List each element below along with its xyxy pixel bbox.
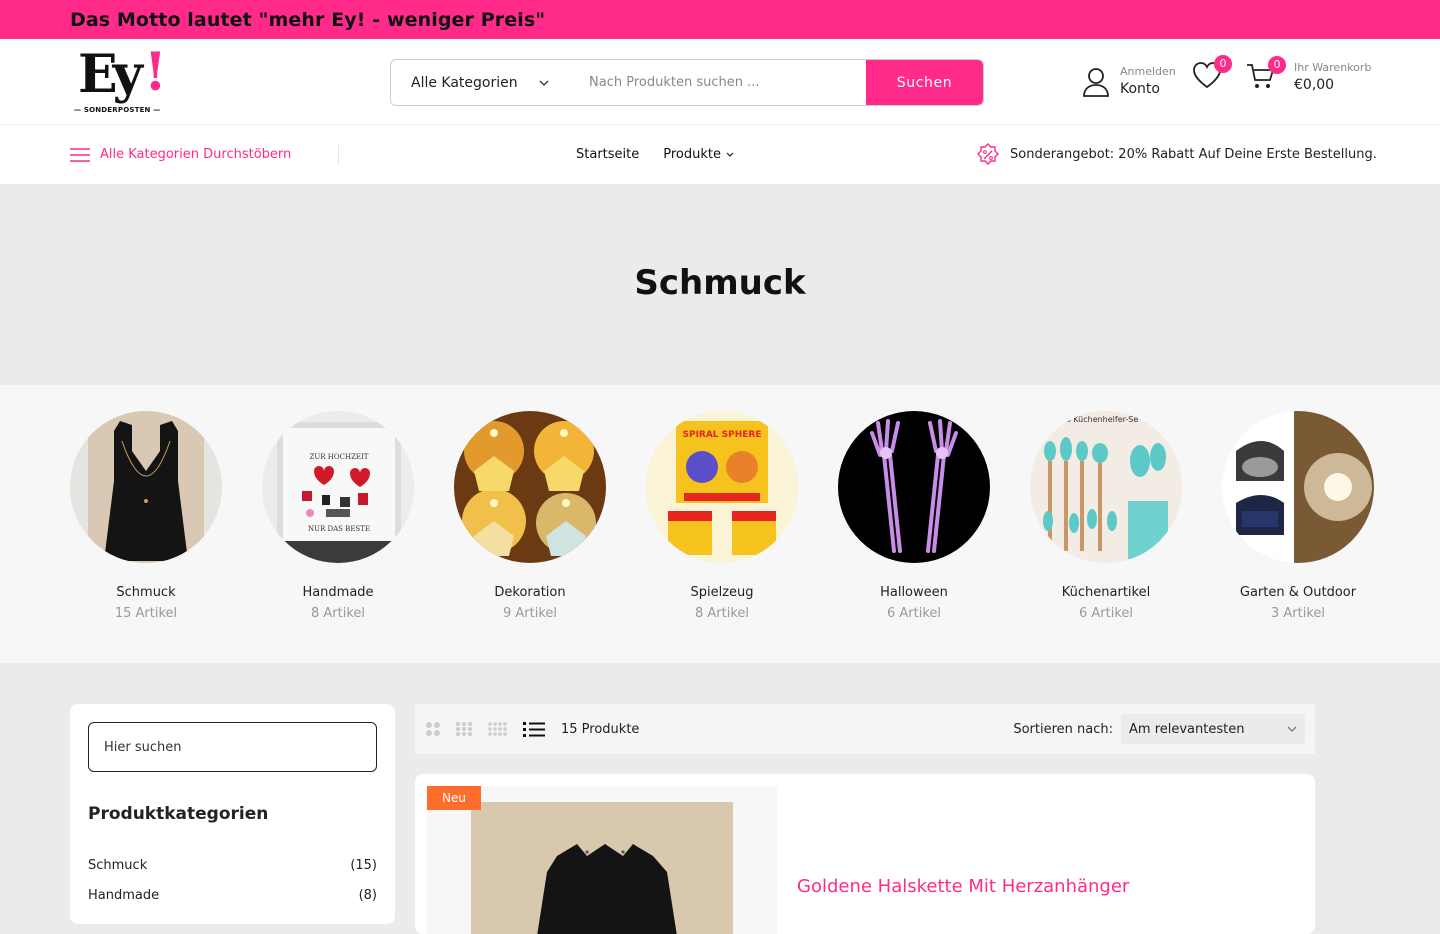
sidebar-category-label: Handmade [88, 888, 160, 903]
motto-text: Das Motto lautet "mehr Ey! - weniger Pre… [70, 8, 546, 31]
category-card-handmade[interactable]: ZUR HOCHZEIT NUR DAS BESTE Handmade 8 Art… [262, 411, 414, 621]
category-name: Dekoration [494, 585, 566, 600]
frame-text-top: ZUR HOCHZEIT [310, 453, 369, 461]
category-carousel: Schmuck 15 Artikel ZUR HOCHZEIT NUR DAS B… [0, 385, 1440, 663]
category-count: 6 Artikel [1078, 606, 1134, 621]
nav-link-produkte[interactable]: Produkte [663, 147, 734, 162]
sort-label: Sortieren nach: [1013, 721, 1113, 737]
wishlist-button[interactable]: 0 [1192, 55, 1232, 93]
nav-links: Startseite Produkte [576, 125, 734, 184]
category-card-spielzeug[interactable]: SPIRAL SPHERE Spielzeug 8 Artikel [646, 411, 798, 621]
kitchen-set-text: es Küchenhelfer-Se [1062, 415, 1139, 424]
main-navigation: Alle Kategorien Durchstöbern Startseite … [0, 125, 1440, 184]
category-image-spielzeug: SPIRAL SPHERE [646, 411, 798, 563]
sort-select-value: Am relevantesten [1129, 721, 1245, 737]
special-offer: Sonderangebot: 20% Rabatt Auf Deine Erst… [976, 125, 1377, 184]
nav-link-produkte-label: Produkte [663, 147, 721, 162]
sidebar-category-count: (8) [358, 888, 377, 903]
new-badge: Neu [427, 786, 481, 810]
site-header: Ey ! — SONDERPOSTEN — Alle Kategorien Su… [0, 39, 1440, 125]
wishlist-count-badge: 0 [1214, 55, 1232, 73]
category-name: Handmade [302, 585, 374, 600]
sidebar-category-schmuck[interactable]: Schmuck (15) [88, 858, 377, 873]
cart-button[interactable]: 0 Ihr Warenkorb €0,00 [1246, 56, 1372, 95]
sidebar-category-count: (15) [350, 858, 377, 873]
grid-3-view-icon[interactable] [455, 721, 473, 737]
search-button[interactable]: Suchen [866, 60, 983, 105]
special-offer-text: Sonderangebot: 20% Rabatt Auf Deine Erst… [1010, 147, 1377, 162]
account-link[interactable]: Anmelden Konto [1082, 65, 1176, 99]
nav-divider [338, 145, 339, 165]
cart-count-badge: 0 [1268, 56, 1286, 74]
category-image-schmuck [70, 411, 222, 563]
category-count: 15 Artikel [114, 606, 178, 621]
grid-2-view-icon[interactable] [425, 721, 441, 737]
category-select-value: Alle Kategorien [411, 74, 518, 91]
category-card-halloween[interactable]: Halloween 6 Artikel [838, 411, 990, 621]
sidebar-category-label: Schmuck [88, 858, 148, 873]
page-title: Schmuck [634, 262, 806, 303]
logo-mark: ! [144, 42, 167, 103]
list-view-icon[interactable] [523, 721, 545, 737]
search-bar: Alle Kategorien Suchen [390, 59, 984, 106]
chevron-down-icon [1287, 726, 1297, 732]
grid-4-view-icon[interactable] [487, 721, 509, 737]
sort-select[interactable]: Am relevantesten [1121, 714, 1305, 744]
category-count: 9 Artikel [502, 606, 558, 621]
view-switcher [425, 721, 545, 737]
top-announcement-bar: Das Motto lautet "mehr Ey! - weniger Pre… [0, 0, 1440, 39]
category-name: Küchenartikel [1061, 585, 1151, 600]
category-card-schmuck[interactable]: Schmuck 15 Artikel [70, 411, 222, 621]
search-input[interactable] [569, 60, 866, 105]
sidebar-category-handmade[interactable]: Handmade (8) [88, 888, 377, 903]
sort-control: Sortieren nach: Am relevantesten [1013, 714, 1305, 744]
all-categories-label: Alle Kategorien Durchstöbern [100, 147, 292, 162]
category-image-garten-outdoor [1222, 411, 1374, 563]
sidebar-search-placeholder: Hier suchen [104, 739, 182, 755]
product-toolbar: 15 Produkte Sortieren nach: Am relevante… [415, 704, 1315, 754]
logo-text: Ey [78, 44, 143, 105]
chevron-down-icon [726, 152, 734, 157]
frame-text-bottom: NUR DAS BESTE [308, 525, 370, 533]
all-categories-button[interactable]: Alle Kategorien Durchstöbern [70, 125, 291, 184]
category-card-garten-outdoor[interactable]: Garten & Outdoor 3 Artikel [1222, 411, 1374, 621]
cart-label: Ihr Warenkorb [1294, 61, 1372, 74]
sidebar-title: Produktkategorien [88, 804, 269, 824]
product-title[interactable]: Goldene Halskette Mit Herzanhänger [797, 876, 1129, 897]
category-name: Spielzeug [690, 585, 754, 600]
category-count: 8 Artikel [694, 606, 750, 621]
sidebar-filters: Hier suchen Produktkategorien Schmuck (1… [70, 704, 395, 924]
account-login-label: Anmelden [1120, 65, 1176, 78]
category-card-kuechenartikel[interactable]: es Küchenhelfer-Se Küchenartikel 6 Artik… [1030, 411, 1182, 621]
category-name: Halloween [880, 585, 948, 600]
chevron-down-icon [539, 80, 549, 86]
product-card[interactable]: Neu Goldene Halskette Mit Herzanhänger [415, 774, 1315, 934]
site-logo[interactable]: Ey ! — SONDERPOSTEN — [74, 42, 167, 117]
category-image-dekoration [454, 411, 606, 563]
nav-link-startseite[interactable]: Startseite [576, 147, 639, 162]
category-count: 6 Artikel [886, 606, 942, 621]
cart-total: €0,00 [1294, 77, 1335, 93]
category-count: 8 Artikel [310, 606, 366, 621]
category-image-kuechenartikel: es Küchenhelfer-Se [1030, 411, 1182, 563]
discount-badge-icon [977, 142, 999, 165]
logo-subtitle: — SONDERPOSTEN — [74, 106, 161, 114]
page-hero: Schmuck [0, 184, 1440, 385]
account-label: Konto [1120, 81, 1160, 97]
sidebar-search-input[interactable]: Hier suchen [88, 722, 377, 772]
toy-box-text: SPIRAL SPHERE [682, 430, 761, 440]
category-select[interactable]: Alle Kategorien [391, 60, 569, 105]
category-image-handmade: ZUR HOCHZEIT NUR DAS BESTE [262, 411, 414, 563]
category-card-dekoration[interactable]: Dekoration 9 Artikel [454, 411, 606, 621]
hamburger-menu-icon [70, 147, 90, 162]
product-count: 15 Produkte [561, 721, 640, 737]
category-count: 3 Artikel [1270, 606, 1326, 621]
category-name: Schmuck [116, 585, 176, 600]
category-name: Garten & Outdoor [1239, 585, 1357, 600]
category-image-halloween [838, 411, 990, 563]
user-icon [1083, 68, 1109, 97]
